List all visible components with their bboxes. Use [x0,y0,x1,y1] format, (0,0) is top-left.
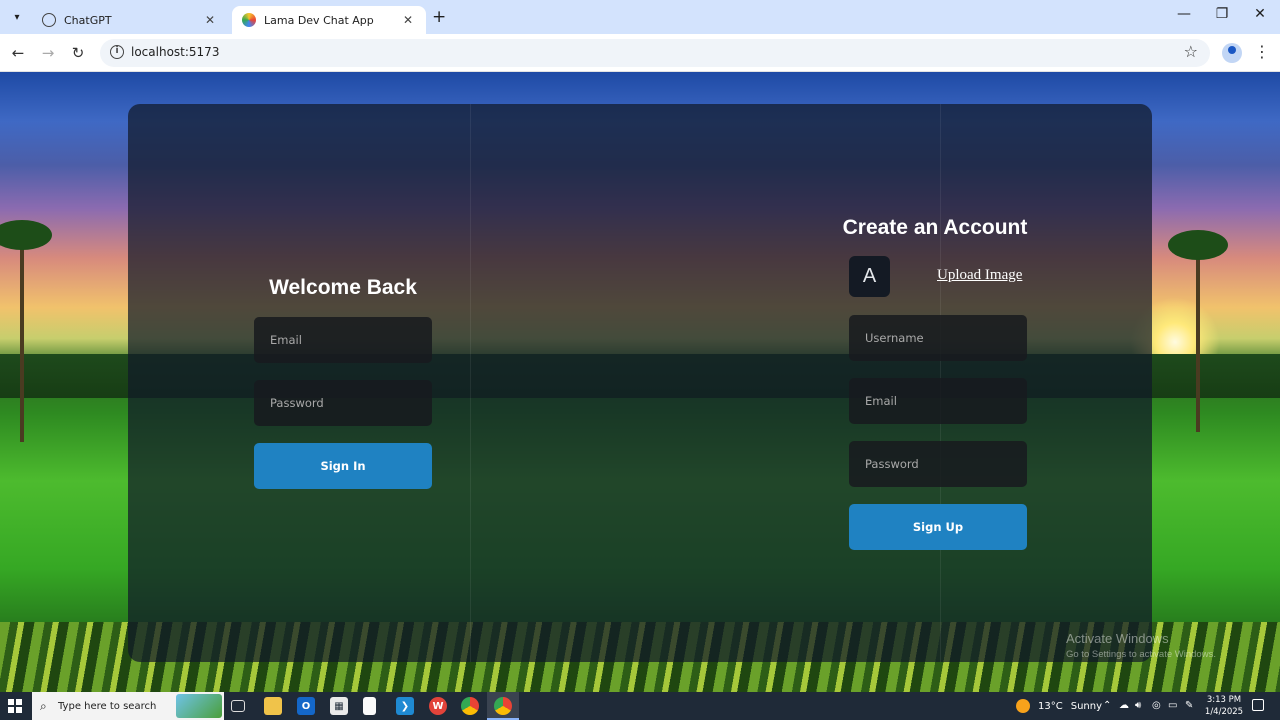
minimize-icon[interactable]: — [1174,6,1194,22]
avatar-placeholder: A [849,256,890,297]
display-icon[interactable]: ◎ [1152,700,1161,711]
tab-search-chevron-icon[interactable]: ▾ [6,6,28,28]
file-explorer-icon[interactable] [264,697,282,715]
tab-chatgpt[interactable]: ChatGPT ✕ [32,6,228,34]
vscode-icon[interactable]: ❯ [396,697,414,715]
browser-menu-icon[interactable]: ⋮ [1254,42,1270,61]
notepad-icon[interactable] [363,697,376,715]
profile-avatar-icon[interactable] [1222,43,1242,63]
reload-icon[interactable]: ↻ [68,43,88,63]
search-icon: ⌕ [40,698,47,713]
sun-icon [1016,699,1030,713]
login-email-input[interactable] [254,317,432,363]
battery-icon[interactable]: ▭ [1168,700,1177,711]
register-email-input[interactable] [849,378,1027,424]
close-window-icon[interactable]: ✕ [1250,6,1270,22]
login-password-input[interactable] [254,380,432,426]
clock-date: 1/4/2025 [1204,707,1244,717]
microsoft-store-icon[interactable]: ▦ [330,697,348,715]
bookmark-star-icon[interactable]: ☆ [1184,42,1198,61]
forward-icon[interactable]: → [38,43,58,63]
tab-title: Lama Dev Chat App [264,13,374,27]
card-divider [470,104,471,662]
network-icon[interactable]: ☁ [1119,700,1129,711]
login-heading: Welcome Back [269,276,417,299]
background-palm-crown [0,220,52,250]
close-tab-icon[interactable]: ✕ [400,13,416,27]
sign-up-button[interactable]: Sign Up [849,504,1027,550]
system-clock[interactable]: 3:13 PM 1/4/2025 [1204,694,1244,718]
register-heading: Create an Account [842,216,1028,239]
sign-in-button[interactable]: Sign In [254,443,432,489]
browser-tab-strip: ▾ ChatGPT ✕ Lama Dev Chat App ✕ + — ❐ ✕ [0,0,1280,34]
chrome-active-icon[interactable] [494,697,512,715]
register-username-input[interactable] [849,315,1027,361]
back-icon[interactable]: ← [8,43,28,63]
wps-office-icon[interactable]: W [429,697,447,715]
search-highlight-art [176,694,222,718]
taskbar-search-box[interactable]: ⌕ Type here to search [32,692,224,720]
tray-chevron-icon[interactable]: ⌃ [1103,700,1111,711]
activation-watermark-title: Activate Windows [1066,631,1169,646]
vite-favicon-icon [242,13,256,27]
clock-time: 3:13 PM [1206,695,1242,705]
page-background: Welcome Back Sign In Create an Account A… [0,72,1280,692]
weather-widget[interactable]: 13°C Sunny [1016,699,1102,713]
windows-taskbar: ⌕ Type here to search O ▦ ❯ W 13°C Sunny… [0,692,1280,720]
background-palm-trunk [20,232,24,442]
site-info-icon[interactable]: i [110,45,124,59]
register-password-input[interactable] [849,441,1027,487]
maximize-icon[interactable]: ❐ [1212,6,1232,22]
background-palm-crown [1168,230,1228,260]
new-tab-icon[interactable]: + [432,7,446,27]
auth-card: Welcome Back Sign In Create an Account A… [128,104,1152,662]
browser-toolbar: ← → ↻ i localhost:5173 ☆ ⋮ [0,34,1280,72]
activation-watermark-subtitle: Go to Settings to activate Windows. [1066,649,1216,660]
chatgpt-favicon-icon [42,13,56,27]
notifications-icon[interactable] [1252,699,1264,711]
outlook-icon[interactable]: O [297,697,315,715]
windows-start-icon[interactable] [8,699,22,713]
task-view-icon[interactable] [231,700,245,712]
chrome-icon[interactable] [461,697,479,715]
weather-text: Sunny [1070,700,1102,712]
close-tab-icon[interactable]: ✕ [202,13,218,27]
tab-title: ChatGPT [64,13,112,27]
taskbar-search-placeholder: Type here to search [58,700,157,712]
address-bar[interactable]: i localhost:5173 ☆ [100,39,1210,67]
url-text[interactable]: localhost:5173 [131,45,219,59]
pen-icon[interactable]: ✎ [1185,700,1193,711]
upload-image-link[interactable]: Upload Image [937,267,1022,284]
weather-temp: 13°C [1038,700,1063,712]
tab-lama-dev-chat-app[interactable]: Lama Dev Chat App ✕ [232,6,426,34]
volume-icon[interactable]: 🔊︎ [1135,700,1141,711]
background-palm-trunk [1196,242,1200,432]
